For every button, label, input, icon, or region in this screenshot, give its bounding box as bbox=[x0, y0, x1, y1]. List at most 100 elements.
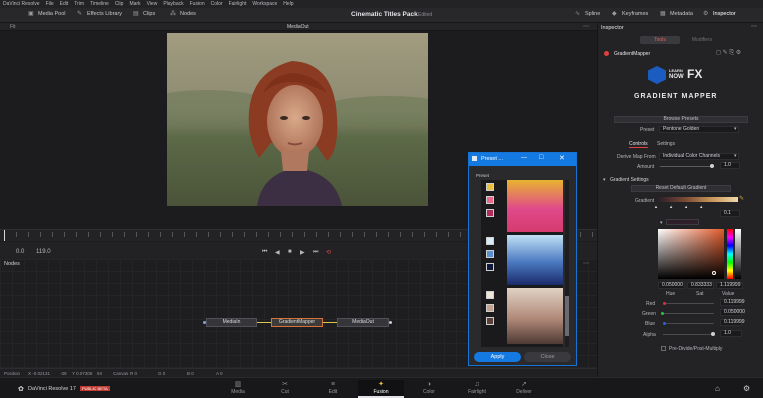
nodes-button[interactable]: ⁂ Nodes bbox=[170, 11, 196, 17]
page-cut[interactable]: ✂ Cut bbox=[267, 380, 303, 395]
clips-icon: ▤ bbox=[133, 11, 139, 17]
menu-item-mark[interactable]: Mark bbox=[129, 1, 140, 7]
gradient-expand-icon[interactable]: ▾ bbox=[603, 177, 606, 183]
nodes-options-icon[interactable]: ⋯ bbox=[583, 260, 589, 267]
color-expand-icon[interactable]: ▾ bbox=[660, 220, 663, 226]
node-mediaout[interactable]: MediaOut bbox=[337, 318, 389, 327]
node-mediain[interactable]: MediaIn bbox=[206, 318, 257, 327]
gradient-stops[interactable]: ▲ ▲ ▲ ▲ bbox=[654, 204, 703, 209]
inspector-options-icon[interactable]: ⋯ bbox=[751, 23, 757, 30]
preset-thumb-pink-gold[interactable] bbox=[507, 180, 563, 232]
play-icon[interactable]: ▶ bbox=[300, 249, 305, 256]
menu-item-color[interactable]: Color bbox=[211, 1, 223, 7]
menu-item-trim[interactable]: Trim bbox=[74, 1, 84, 7]
menu-item-clip[interactable]: Clip bbox=[115, 1, 124, 7]
menu-item-fairlight[interactable]: Fairlight bbox=[229, 1, 247, 7]
value-field[interactable]: 1.119999 bbox=[716, 282, 743, 289]
go-start-icon[interactable]: ⏮ bbox=[262, 249, 267, 256]
premultiply-checkbox[interactable] bbox=[661, 346, 666, 351]
menu-item-file[interactable]: File bbox=[46, 1, 54, 7]
alpha-slider-track[interactable] bbox=[663, 334, 713, 335]
stop-icon[interactable]: ■ bbox=[288, 249, 292, 255]
tab-settings[interactable]: Settings bbox=[657, 141, 675, 147]
preset-thumb-blue[interactable] bbox=[507, 235, 563, 285]
status-canvas: Canvas bbox=[113, 371, 129, 376]
page-edit[interactable]: ≡ Edit bbox=[315, 380, 351, 395]
page-deliver[interactable]: ➚ Deliver bbox=[506, 380, 542, 395]
green-slider-track[interactable] bbox=[664, 313, 714, 314]
preset-thumb-sepia[interactable] bbox=[507, 288, 563, 344]
menu-item-edit[interactable]: Edit bbox=[60, 1, 69, 7]
media-pool-button[interactable]: ▣ Media Pool bbox=[28, 11, 66, 17]
go-end-icon[interactable]: ⏭ bbox=[313, 249, 318, 256]
hue-field[interactable]: 0.050000 bbox=[658, 282, 685, 289]
end-frame[interactable]: 119.0 bbox=[36, 249, 51, 255]
menu-item-view[interactable]: View bbox=[147, 1, 158, 7]
reset-gradient-button[interactable]: Reset Default Gradient bbox=[631, 185, 731, 192]
tab-modifiers[interactable]: Modifiers bbox=[682, 36, 722, 44]
minimize-icon[interactable]: — bbox=[521, 155, 527, 161]
color-swatch[interactable] bbox=[666, 219, 699, 225]
amount-slider-track[interactable] bbox=[660, 166, 712, 167]
page-fairlight[interactable]: ♫ Fairlight bbox=[459, 380, 495, 395]
start-frame[interactable]: 0.0 bbox=[16, 249, 24, 255]
settings-icon[interactable]: ⚙ bbox=[743, 384, 750, 393]
eyedropper-icon[interactable]: ✎ bbox=[739, 195, 744, 202]
amount-field[interactable]: 1.0 bbox=[720, 162, 740, 169]
metadata-button[interactable]: ▦ Metadata bbox=[660, 11, 693, 17]
page-fusion[interactable]: ✦ Fusion bbox=[358, 380, 404, 398]
menu-item-playback[interactable]: Playback bbox=[163, 1, 183, 7]
tab-tools[interactable]: Tools bbox=[640, 36, 680, 44]
preset-window-titlebar[interactable]: Preset ... — □ ✕ bbox=[469, 153, 576, 166]
tool-enable-icon[interactable] bbox=[604, 51, 609, 56]
playhead[interactable] bbox=[4, 230, 5, 241]
amount-slider-handle[interactable] bbox=[710, 164, 714, 168]
blue-slider-track[interactable] bbox=[666, 323, 714, 324]
apply-button[interactable]: Apply bbox=[474, 352, 521, 362]
tool-header-icons[interactable]: ◻ ✎ ⎘ ⚙ bbox=[716, 49, 741, 57]
alpha-value: 1.0 bbox=[724, 330, 731, 336]
page-color[interactable]: ◑ Color bbox=[411, 380, 447, 395]
deliver-page-icon: ➚ bbox=[521, 381, 527, 388]
color-picker-cursor[interactable] bbox=[712, 271, 716, 275]
fairlight-page-icon: ♫ bbox=[474, 381, 480, 388]
home-icon[interactable]: ⌂ bbox=[715, 384, 720, 393]
clips-button[interactable]: ▤ Clips bbox=[133, 11, 155, 17]
spline-button[interactable]: ∿ Spline bbox=[575, 11, 600, 17]
viewer-fit[interactable]: Fit bbox=[10, 24, 16, 30]
menu-item-timeline[interactable]: Timeline bbox=[90, 1, 109, 7]
menu-item-davinci[interactable]: DaVinci Resolve bbox=[3, 1, 40, 7]
page-media[interactable]: ▥ Media bbox=[220, 380, 256, 395]
effects-library-button[interactable]: ✎ Effects Library bbox=[77, 11, 122, 17]
menu-item-workspace[interactable]: Workspace bbox=[252, 1, 277, 7]
sat-field[interactable]: 0.833333 bbox=[687, 282, 714, 289]
close-button[interactable]: Close bbox=[524, 352, 571, 362]
derive-dropdown[interactable]: Individual Color Channels bbox=[659, 153, 739, 160]
browse-presets-button[interactable]: Browse Presets bbox=[614, 116, 748, 123]
red-slider-track[interactable] bbox=[666, 303, 714, 304]
tab-controls[interactable]: Controls bbox=[629, 141, 648, 148]
blue-field[interactable]: 0.119999 bbox=[720, 319, 744, 326]
hue-strip[interactable] bbox=[727, 229, 733, 279]
gradient-pos-field[interactable]: 0.1 bbox=[720, 210, 740, 217]
inspector-button[interactable]: ⚙ Inspector bbox=[703, 11, 736, 17]
mediaout-output-dot[interactable] bbox=[389, 321, 392, 324]
node-gradientmapper[interactable]: GradientMapper bbox=[271, 318, 323, 327]
viewer-options-icon[interactable]: ⋯ bbox=[583, 23, 589, 30]
red-field[interactable]: 0.119999 bbox=[720, 299, 744, 306]
close-icon[interactable]: ✕ bbox=[559, 154, 565, 162]
alpha-field[interactable]: 1.0 bbox=[720, 330, 742, 337]
preset-dropdown[interactable]: Pentone Golden bbox=[659, 126, 739, 133]
step-back-icon[interactable]: ◀ bbox=[275, 249, 280, 256]
loop-icon[interactable]: ⟲ bbox=[326, 249, 331, 256]
menu-item-fusion[interactable]: Fusion bbox=[190, 1, 205, 7]
gradient-bar[interactable] bbox=[659, 197, 738, 202]
maximize-icon[interactable]: □ bbox=[539, 154, 543, 161]
menu-item-help[interactable]: Help bbox=[283, 1, 293, 7]
value-strip[interactable] bbox=[735, 229, 741, 279]
preset-scrollbar-thumb[interactable] bbox=[565, 296, 569, 336]
keyframes-button[interactable]: ◆ Keyframes bbox=[612, 11, 648, 17]
hue-value: 0.050000 bbox=[662, 282, 683, 288]
alpha-slider-handle[interactable] bbox=[711, 332, 715, 336]
green-field[interactable]: 0.050000 bbox=[720, 309, 745, 316]
